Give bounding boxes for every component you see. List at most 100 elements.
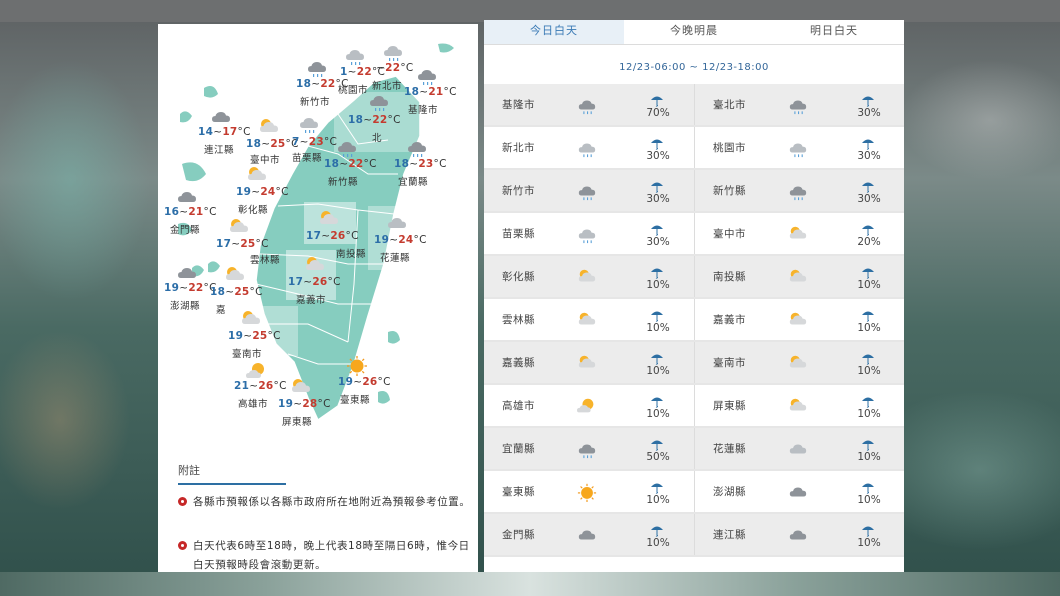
- min-temperature: 19: [374, 234, 390, 246]
- forecast-cell[interactable]: 金門縣 10%: [484, 514, 692, 555]
- forecast-table-panel: 今日白天 今晚明晨 明日白天 12/23-06:00 ~ 12/23-18:00…: [484, 20, 904, 572]
- map-county-label[interactable]: 苗栗縣: [292, 150, 322, 164]
- table-row: 基隆市 70% 臺北市 30%: [484, 84, 904, 127]
- max-temperature: 25: [270, 138, 286, 150]
- map-county-label[interactable]: 彰化縣: [238, 202, 268, 216]
- forecast-cell[interactable]: 南投縣 10%: [694, 256, 904, 297]
- map-panel: 18~22°C 新竹市 1~22°C 桃園市 ~22°C 新北市 18~21°C 基隆市 18~…: [158, 24, 478, 572]
- max-temperature: 22: [356, 66, 372, 78]
- map-county-label[interactable]: 金門縣: [170, 222, 200, 236]
- forecast-cell[interactable]: 嘉義市 10%: [694, 299, 904, 340]
- rain-cloud-icon: [576, 439, 598, 463]
- min-temperature: 19: [228, 330, 244, 342]
- min-temperature: 17: [306, 230, 322, 242]
- map-county-label[interactable]: 基隆市: [408, 102, 438, 116]
- map-county-label[interactable]: 臺東縣: [340, 392, 370, 406]
- forecast-cell[interactable]: 高雄市 10%: [484, 385, 692, 426]
- max-temperature: 22: [372, 114, 388, 126]
- forecast-cell[interactable]: 桃園市 30%: [694, 127, 904, 168]
- forecast-cell[interactable]: 雲林縣 10%: [484, 299, 692, 340]
- forecast-cell[interactable]: 屏東縣 10%: [694, 385, 904, 426]
- note-text: 白天代表6時至18時，晚上代表18時至隔日6時，惟今日白天預報時段會滾動更新。: [193, 540, 470, 571]
- temperature-separator: ~: [225, 286, 235, 298]
- rain-cloud-icon: [787, 181, 809, 205]
- min-temperature: 18: [348, 114, 364, 126]
- max-temperature: 22: [385, 62, 401, 74]
- max-temperature: 24: [260, 186, 276, 198]
- forecast-cell[interactable]: 苗栗縣 30%: [484, 213, 692, 254]
- forecast-cell[interactable]: 臺南市 10%: [694, 342, 904, 383]
- map-county-label[interactable]: 連江縣: [204, 142, 234, 156]
- map-county-label[interactable]: 嘉義市: [296, 292, 326, 306]
- forecast-cell[interactable]: 彰化縣 10%: [484, 256, 692, 297]
- map-county-label[interactable]: 北: [372, 130, 382, 144]
- forecast-cell[interactable]: 基隆市 70%: [484, 84, 692, 125]
- rain-probability: 30%: [646, 150, 670, 162]
- forecast-cell[interactable]: 花蓮縣 10%: [694, 428, 904, 469]
- temperature-unit: °C: [363, 158, 377, 170]
- light-rain-icon: [576, 224, 598, 248]
- bullet-icon: [178, 497, 187, 506]
- bullet-icon: [178, 541, 187, 550]
- map-temperature: 14~17°C: [198, 126, 251, 138]
- light-rain-icon: [787, 138, 809, 162]
- partly-cloudy-icon: [576, 310, 598, 334]
- forecast-cell[interactable]: 澎湖縣 10%: [694, 471, 904, 512]
- map-county-label[interactable]: 屏東縣: [282, 414, 312, 428]
- map-county-label[interactable]: 雲林縣: [250, 252, 280, 266]
- temperature-unit: °C: [345, 230, 359, 242]
- temperature-unit: °C: [237, 126, 251, 138]
- map-county-label[interactable]: 澎湖縣: [170, 298, 200, 312]
- map-temperature: 16~21°C: [164, 206, 217, 218]
- forecast-cell[interactable]: 宜蘭縣 50%: [484, 428, 692, 469]
- min-temperature: 17: [216, 238, 232, 250]
- cloud-icon: [787, 525, 809, 549]
- rain-probability: 10%: [646, 322, 670, 334]
- min-temperature: 18: [394, 158, 410, 170]
- map-county-label[interactable]: 臺南市: [232, 346, 262, 360]
- min-temperature: 17: [288, 276, 304, 288]
- map-temperature: 7~23°C: [292, 136, 337, 148]
- forecast-cell[interactable]: 臺東縣 10%: [484, 471, 692, 512]
- forecast-cell[interactable]: 新竹縣 30%: [694, 170, 904, 211]
- max-temperature: 25: [234, 286, 250, 298]
- max-temperature: 26: [330, 230, 346, 242]
- forecast-cell[interactable]: 臺中市 20%: [694, 213, 904, 254]
- table-row: 臺東縣 10% 澎湖縣 10%: [484, 471, 904, 514]
- county-name: 嘉義市: [713, 314, 746, 326]
- rain-probability: 10%: [857, 365, 881, 377]
- temperature-separator: ~: [347, 66, 357, 78]
- period-tabs: 今日白天 今晚明晨 明日白天: [484, 20, 904, 45]
- rain-probability: 10%: [857, 322, 881, 334]
- map-county-label[interactable]: 新竹市: [300, 94, 330, 108]
- map-county-label[interactable]: 桃園市: [338, 82, 368, 96]
- tab-tomorrow-day[interactable]: 明日白天: [764, 20, 904, 44]
- sun-icon: [576, 482, 598, 506]
- tab-tonight[interactable]: 今晚明晨: [624, 20, 764, 44]
- rain-cloud-icon: [366, 90, 392, 116]
- map-county-label[interactable]: 花蓮縣: [380, 250, 410, 264]
- map-temperature: 18~22°C: [324, 158, 377, 170]
- forecast-cell[interactable]: 新竹市 30%: [484, 170, 692, 211]
- map-county-label[interactable]: 宜蘭縣: [398, 174, 428, 188]
- temperature-separator: ~: [261, 138, 271, 150]
- forecast-cell[interactable]: 臺北市 30%: [694, 84, 904, 125]
- max-temperature: 26: [312, 276, 328, 288]
- map-county-label[interactable]: 新竹縣: [328, 174, 358, 188]
- partly-cloudy-icon: [787, 396, 809, 420]
- max-temperature: 24: [398, 234, 414, 246]
- date-range: 12/23-06:00 ~ 12/23-18:00: [619, 62, 769, 73]
- rain-probability: 10%: [646, 494, 670, 506]
- forecast-cell[interactable]: 新北市 30%: [484, 127, 692, 168]
- partly-cloudy-icon: [787, 224, 809, 248]
- map-county-label[interactable]: 高雄市: [238, 396, 268, 410]
- forecast-cell[interactable]: 嘉義縣 10%: [484, 342, 692, 383]
- map-county-label[interactable]: 南投縣: [336, 246, 366, 260]
- forecast-cell[interactable]: 連江縣 10%: [694, 514, 904, 555]
- map-temperature: 17~25°C: [216, 238, 269, 250]
- map-county-label[interactable]: 嘉: [216, 302, 226, 316]
- rain-probability: 30%: [646, 193, 670, 205]
- rain-probability: 10%: [857, 279, 881, 291]
- temperature-separator: ~: [243, 330, 253, 342]
- tab-today-day[interactable]: 今日白天: [484, 20, 624, 44]
